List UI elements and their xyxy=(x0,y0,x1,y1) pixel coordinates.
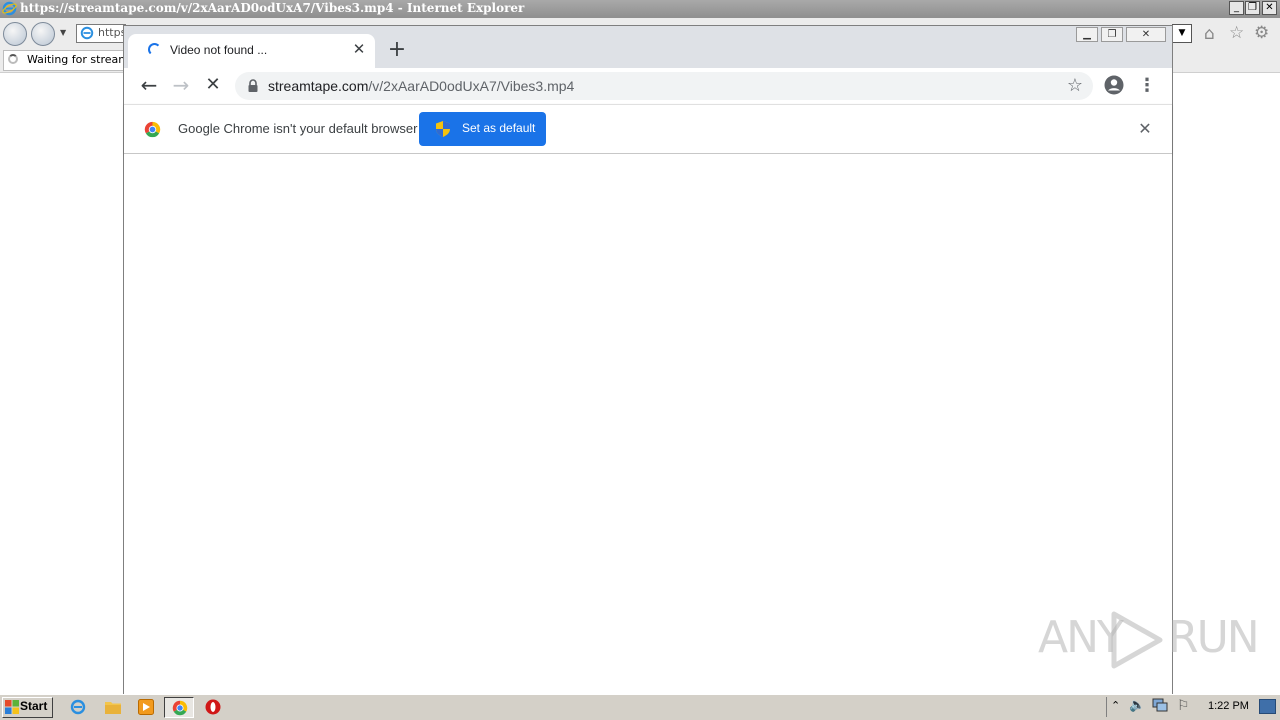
watermark-play-icon xyxy=(1111,611,1163,669)
bookmark-star-icon[interactable]: ☆ xyxy=(1064,75,1086,97)
infobar-close-icon[interactable]: ✕ xyxy=(1136,120,1154,138)
action-center-flag-icon[interactable]: ⚐ xyxy=(1177,698,1190,714)
internet-explorer-icon xyxy=(70,699,86,715)
page-content-area[interactable] xyxy=(124,154,1172,694)
tray-separator xyxy=(1106,697,1107,717)
home-icon[interactable]: ⌂ xyxy=(1204,24,1215,44)
chrome-icon xyxy=(172,700,188,716)
taskbar-opera-button[interactable] xyxy=(198,697,228,718)
tab-loading-spinner-icon xyxy=(148,43,161,56)
ie-close-button[interactable]: ✕ xyxy=(1262,1,1277,15)
chrome-close-button[interactable]: ✕ xyxy=(1126,27,1166,42)
set-as-default-label: Set as default xyxy=(462,121,536,135)
taskbar-media-player-button[interactable] xyxy=(131,697,161,718)
ie-back-button[interactable] xyxy=(3,22,27,46)
volume-icon[interactable]: 🔈 xyxy=(1129,698,1145,713)
windows-logo-icon xyxy=(5,700,19,714)
taskbar-explorer-button[interactable] xyxy=(98,697,128,718)
infobar-message: Google Chrome isn't your default browser xyxy=(178,121,418,136)
taskbar-internet-explorer-button[interactable] xyxy=(63,697,93,718)
kebab-menu-icon[interactable]: ⋮ xyxy=(1138,75,1156,97)
back-arrow-icon[interactable]: ← xyxy=(138,74,160,96)
chrome-minimize-button[interactable]: ▁ xyxy=(1076,27,1098,42)
opera-icon xyxy=(205,699,221,715)
profile-avatar-icon[interactable] xyxy=(1104,75,1124,95)
tray-expand-icon[interactable]: ⌃ xyxy=(1111,699,1120,712)
watermark-right-text: RUN xyxy=(1168,612,1260,663)
ie-page-icon xyxy=(80,26,94,40)
chrome-logo-icon xyxy=(144,121,161,138)
internet-explorer-icon xyxy=(2,1,17,16)
taskbar-chrome-button[interactable] xyxy=(164,697,194,718)
url-text[interactable]: streamtape.com/v/2xAarAD0odUxA7/Vibes3.m… xyxy=(268,78,574,94)
media-player-icon xyxy=(138,699,154,715)
tab-title: Video not found ... xyxy=(170,43,268,57)
stop-loading-icon[interactable]: ✕ xyxy=(202,74,224,96)
lock-icon[interactable] xyxy=(247,79,259,93)
ie-restore-button[interactable]: ❐ xyxy=(1245,1,1260,15)
start-label: Start xyxy=(20,699,48,713)
chrome-restore-button[interactable]: ❐ xyxy=(1101,27,1123,42)
url-host: streamtape.com xyxy=(268,78,369,94)
uac-shield-icon xyxy=(436,121,450,137)
ie-minimize-button[interactable]: _ xyxy=(1229,1,1244,15)
tab-close-icon[interactable]: ✕ xyxy=(351,41,367,57)
network-icon[interactable] xyxy=(1152,698,1168,712)
gear-icon[interactable]: ⚙ xyxy=(1254,23,1269,43)
explorer-folder-icon xyxy=(105,702,121,714)
ie-address-dropdown-icon[interactable]: ▼ xyxy=(1172,24,1192,43)
forward-arrow-icon[interactable]: → xyxy=(170,74,192,96)
new-tab-button[interactable]: + xyxy=(387,39,407,61)
url-path: /v/2xAarAD0odUxA7/Vibes3.mp4 xyxy=(368,78,575,94)
ie-forward-button[interactable] xyxy=(31,22,55,46)
loading-spinner-icon xyxy=(8,54,18,64)
ie-tab-row-end xyxy=(1172,48,1280,72)
ie-history-dropdown-icon[interactable]: ▼ xyxy=(60,28,66,37)
favorites-star-icon[interactable]: ☆ xyxy=(1229,23,1244,43)
taskbar-clock[interactable]: 1:22 PM xyxy=(1208,700,1249,712)
show-desktop-button[interactable] xyxy=(1259,699,1276,714)
ie-window-title: https://streamtape.com/v/2xAarAD0odUxA7/… xyxy=(20,1,525,15)
